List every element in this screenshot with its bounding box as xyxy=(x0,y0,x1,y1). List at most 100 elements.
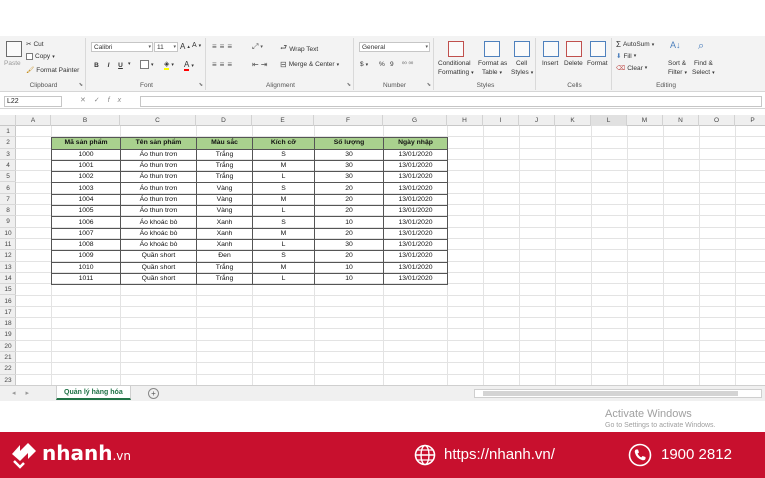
table-cell[interactable]: S xyxy=(252,182,315,195)
table-cell[interactable]: S xyxy=(252,250,315,263)
row-header[interactable]: 1 xyxy=(0,126,16,138)
font-size-combo[interactable]: 11 ▾ xyxy=(154,42,178,52)
table-cell[interactable]: L xyxy=(252,272,315,286)
row-header[interactable]: 20 xyxy=(0,341,16,352)
row-header[interactable]: 3 xyxy=(0,149,16,160)
row-header[interactable]: 21 xyxy=(0,352,16,364)
table-cell[interactable]: 10 xyxy=(314,261,384,274)
row-header[interactable]: 12 xyxy=(0,250,16,262)
table-cell[interactable]: M xyxy=(252,261,315,274)
cell-styles-button-2[interactable]: Styles ▾ xyxy=(511,69,533,76)
table-cell[interactable]: 1011 xyxy=(51,272,121,286)
column-header[interactable]: I xyxy=(483,115,519,126)
column-header[interactable]: P xyxy=(735,115,765,126)
table-cell[interactable]: L xyxy=(252,238,315,252)
table-cell[interactable]: S xyxy=(252,216,315,229)
currency-button[interactable]: $ ▾ xyxy=(360,61,368,68)
table-cell[interactable]: Vàng xyxy=(196,205,253,218)
horizontal-scrollbar[interactable] xyxy=(474,389,762,398)
horizontal-align-buttons[interactable]: ≡≡≡ xyxy=(212,60,235,69)
scrollbar-thumb[interactable] xyxy=(483,391,738,396)
table-cell[interactable]: Quần short xyxy=(120,261,197,274)
font-launcher-icon[interactable]: ⬊ xyxy=(199,82,203,88)
hotline-number[interactable]: 1900 2812 xyxy=(661,446,732,463)
vertical-align-buttons[interactable]: ≡≡≡ xyxy=(212,42,235,51)
insert-button[interactable]: Insert xyxy=(542,60,558,67)
table-cell[interactable]: 20 xyxy=(314,250,384,263)
row-header[interactable]: 11 xyxy=(0,239,16,251)
column-header[interactable]: A xyxy=(16,115,51,126)
wrap-text-button[interactable]: ⮐ Wrap Text xyxy=(280,42,318,56)
table-cell[interactable]: Quần short xyxy=(120,250,197,263)
grow-font-button[interactable]: A ▴ xyxy=(180,42,190,51)
table-cell[interactable]: Vàng xyxy=(196,193,253,207)
row-header[interactable]: 18 xyxy=(0,318,16,330)
table-cell[interactable]: 13/01/2020 xyxy=(383,159,448,173)
column-header[interactable]: O xyxy=(699,115,735,126)
formula-input[interactable] xyxy=(140,96,762,107)
format-button[interactable]: Format xyxy=(587,60,608,67)
table-cell[interactable]: 13/01/2020 xyxy=(383,261,448,274)
table-cell[interactable]: 30 xyxy=(314,171,384,184)
sort-filter-button[interactable]: Sort & xyxy=(668,60,686,67)
table-cell[interactable]: 13/01/2020 xyxy=(383,193,448,207)
orientation-button[interactable]: ⤢ ▾ xyxy=(252,42,263,52)
header-product-name[interactable]: Tên sản phẩm xyxy=(120,137,197,150)
table-cell[interactable]: 20 xyxy=(314,205,384,218)
italic-button[interactable]: I xyxy=(103,60,114,71)
row-header[interactable]: 10 xyxy=(0,228,16,239)
paste-icon[interactable] xyxy=(6,41,22,57)
row-header[interactable]: 16 xyxy=(0,296,16,307)
column-header[interactable]: E xyxy=(252,115,314,126)
format-as-table-button[interactable]: Format as xyxy=(478,60,507,67)
underline-button[interactable]: U xyxy=(115,60,126,71)
autosum-button[interactable]: Σ AutoSum ▾ xyxy=(616,40,654,49)
merge-center-button[interactable]: ⊟ Merge & Center ▾ xyxy=(280,60,339,69)
column-header[interactable]: M xyxy=(627,115,663,126)
table-cell[interactable]: 20 xyxy=(314,193,384,207)
table-cell[interactable]: Áo thun trơn xyxy=(120,182,197,195)
cut-button[interactable]: ✂ Cut xyxy=(26,40,44,49)
table-cell[interactable]: Áo thun trơn xyxy=(120,159,197,173)
row-header[interactable]: 2 xyxy=(0,137,16,149)
table-cell[interactable]: Áo thun trơn xyxy=(120,171,197,184)
column-header[interactable]: G xyxy=(383,115,447,126)
table-cell[interactable]: 13/01/2020 xyxy=(383,171,448,184)
table-cell[interactable]: Vàng xyxy=(196,182,253,195)
table-cell[interactable]: 13/01/2020 xyxy=(383,205,448,218)
row-header[interactable]: 6 xyxy=(0,183,16,194)
formula-bar-icons[interactable]: ✕✓fx xyxy=(80,96,129,104)
header-import-date[interactable]: Ngày nhập xyxy=(383,137,448,150)
table-cell[interactable]: 13/01/2020 xyxy=(383,182,448,195)
row-header[interactable]: 15 xyxy=(0,284,16,296)
table-cell[interactable]: 30 xyxy=(314,148,384,161)
table-cell[interactable]: Xanh xyxy=(196,227,253,240)
table-cell[interactable]: 1001 xyxy=(51,159,121,173)
fill-color-button[interactable]: ◈ ▾ xyxy=(164,60,174,70)
number-format-combo[interactable]: General ▾ xyxy=(359,42,430,52)
row-header[interactable]: 9 xyxy=(0,216,16,228)
sort-filter-button-2[interactable]: Filter ▾ xyxy=(668,69,687,76)
table-cell[interactable]: Áo khoác bò xyxy=(120,216,197,229)
website-link[interactable]: https://nhanh.vn/ xyxy=(444,446,555,463)
sheet-tab-active[interactable]: Quản lý hàng hóa xyxy=(56,386,131,400)
table-cell[interactable]: Trắng xyxy=(196,159,253,173)
table-cell[interactable]: L xyxy=(252,171,315,184)
delete-button[interactable]: Delete xyxy=(564,60,583,67)
table-cell[interactable]: Đen xyxy=(196,250,253,263)
find-select-button[interactable]: Find & xyxy=(694,60,713,67)
header-size[interactable]: Kích cỡ xyxy=(252,137,315,150)
clear-button[interactable]: ⌫ Clear ▾ xyxy=(616,64,647,73)
table-cell[interactable]: Xanh xyxy=(196,216,253,229)
worksheet-grid[interactable]: A B C D E F G H I J K L M N O P 12345678… xyxy=(0,115,765,385)
table-cell[interactable]: L xyxy=(252,205,315,218)
column-header-selected[interactable]: L xyxy=(591,115,627,126)
table-cell[interactable]: 1005 xyxy=(51,205,121,218)
font-name-combo[interactable]: Calibri ▾ xyxy=(91,42,153,52)
font-color-button[interactable]: A ▾ xyxy=(184,60,194,71)
copy-button[interactable]: Copy ▾ xyxy=(26,53,55,60)
table-cell[interactable]: 13/01/2020 xyxy=(383,250,448,263)
table-cell[interactable]: 13/01/2020 xyxy=(383,148,448,161)
clipboard-launcher-icon[interactable]: ⬊ xyxy=(79,82,83,88)
table-cell[interactable]: 10 xyxy=(314,216,384,229)
